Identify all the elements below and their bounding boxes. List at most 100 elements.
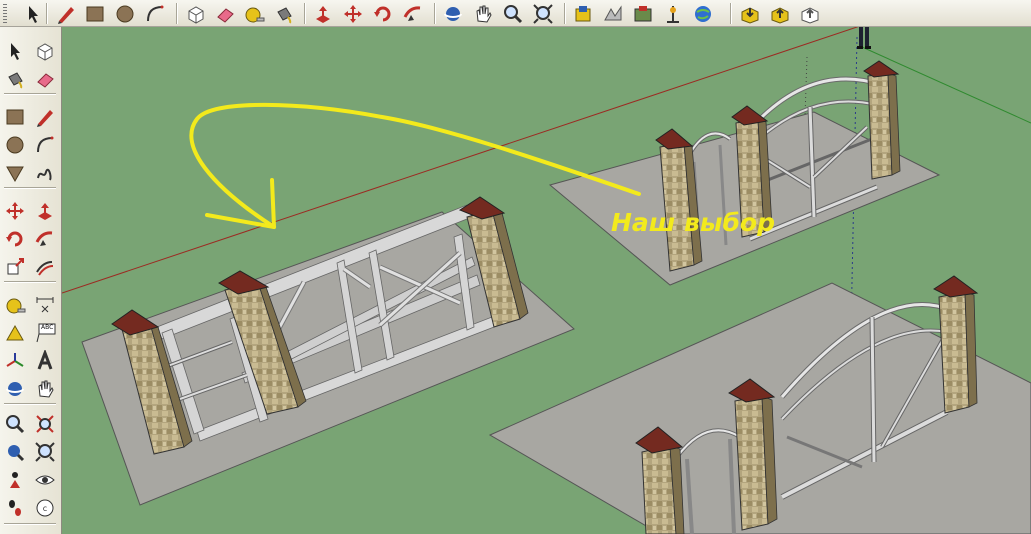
toolbar-separator: [304, 3, 306, 24]
toolbar-rectangle-button[interactable]: [84, 3, 106, 25]
toolbar-toggle-terrain-button[interactable]: [602, 3, 624, 25]
toolbar-tape-measure-button[interactable]: [243, 3, 265, 25]
toolbar-separator: [730, 3, 732, 24]
freehand-icon: [37, 168, 52, 181]
sidebar-dimension-tool[interactable]: [34, 294, 56, 316]
toolbar-pan-button[interactable]: [472, 3, 494, 25]
toolbar-share-component-button[interactable]: [799, 3, 821, 25]
toolbar-get-models-button[interactable]: [739, 3, 761, 25]
push-pull-icon: [38, 203, 52, 220]
toolbar-move-button[interactable]: [342, 3, 364, 25]
arc-icon: [147, 5, 164, 22]
toolbar-add-model-button[interactable]: [662, 3, 684, 25]
sidebar-zoom-tool[interactable]: [4, 413, 26, 435]
chosen-gate-model[interactable]: [548, 60, 941, 286]
toolbar-follow-me-button[interactable]: [402, 3, 424, 25]
move-icon: [6, 202, 24, 220]
add-model-icon: [667, 6, 679, 23]
pan-icon: [476, 5, 492, 23]
zoom-extents-icon: [35, 442, 55, 462]
sidebar-walk-tool[interactable]: [4, 497, 26, 519]
sidebar-rotate-tool[interactable]: [4, 228, 26, 250]
sidebar-orbit-tool[interactable]: [4, 378, 26, 400]
scale-figure[interactable]: [857, 27, 871, 49]
toolbar-make-component-button[interactable]: [185, 3, 207, 25]
sidebar-axes-tool[interactable]: [4, 350, 26, 372]
sidebar-scale-tool[interactable]: [4, 256, 26, 278]
rectangle-icon: [6, 109, 24, 125]
zoom-icon: [6, 415, 25, 434]
sidebar-look-around-tool[interactable]: [34, 469, 56, 491]
sidebar-line-tool[interactable]: [34, 106, 56, 128]
sidebar-rectangle-tool[interactable]: [4, 106, 26, 128]
sidebar-offset-tool[interactable]: [34, 256, 56, 278]
sidebar-move-tool[interactable]: [4, 200, 26, 222]
arc-icon: [37, 136, 54, 153]
toolbar-preview-google-earth-button[interactable]: [692, 3, 714, 25]
sidebar-position-camera-tool[interactable]: [4, 469, 26, 491]
toolbar-select-button[interactable]: [22, 3, 44, 25]
sidebar-polygon-tool[interactable]: [4, 162, 26, 184]
sidebar-pan-tool[interactable]: [34, 378, 56, 400]
sidebar-protractor-tool[interactable]: [4, 322, 26, 344]
sidebar-freehand-tool[interactable]: [34, 162, 56, 184]
toolbar-zoom-extents-button[interactable]: [532, 3, 554, 25]
sidebar-zoom-extents-tool[interactable]: [34, 441, 56, 463]
rectangle-icon: [86, 6, 104, 22]
protractor-icon: [6, 324, 24, 341]
position-camera-icon: [10, 472, 20, 488]
text-tool-label: ABC: [41, 324, 54, 331]
rotate-icon: [374, 6, 391, 22]
scene-canvas[interactable]: [62, 27, 1031, 534]
toolbar-zoom-button[interactable]: [502, 3, 524, 25]
toolbar-share-model-button[interactable]: [769, 3, 791, 25]
toolbar-eraser-button[interactable]: [214, 3, 236, 25]
toolbar-rotate-button[interactable]: [372, 3, 394, 25]
toolbar-add-location-button[interactable]: [572, 3, 594, 25]
toolbar-grip[interactable]: [3, 4, 7, 23]
paint-bucket-icon: [277, 7, 292, 24]
sidebar-section-plane-tool[interactable]: c: [34, 497, 56, 519]
model-viewport[interactable]: Наш выбор: [62, 27, 1031, 534]
bottom-gate-model[interactable]: [488, 275, 1031, 534]
toolbar-push-pull-button[interactable]: [312, 3, 334, 25]
circle-icon: [116, 5, 134, 23]
sidebar-push-pull-tool[interactable]: [34, 200, 56, 222]
sidebar-make-component-tool[interactable]: [34, 40, 56, 62]
sidebar-previous-view-tool[interactable]: [4, 441, 26, 463]
follow-me-icon: [403, 6, 421, 21]
sidebar-circle-tool[interactable]: [4, 134, 26, 156]
make-component-icon: [188, 6, 204, 24]
offset-icon: [36, 261, 54, 276]
sidebar-tape-measure-tool[interactable]: [4, 294, 26, 316]
sidebar-eraser-tool[interactable]: [34, 68, 56, 90]
sidebar-text-tool[interactable]: ABC: [34, 322, 56, 344]
left-gate-model[interactable]: [81, 196, 575, 506]
toolbar-circle-button[interactable]: [114, 3, 136, 25]
tape-measure-icon: [6, 298, 26, 314]
toolbar-photo-textures-button[interactable]: [632, 3, 654, 25]
tools-sidebar: ABC c: [0, 27, 62, 534]
eraser-icon: [37, 73, 54, 88]
toolbar-paint-bucket-button[interactable]: [273, 3, 295, 25]
annotation-arrow: [189, 102, 641, 229]
pan-icon: [38, 380, 54, 398]
toolbar-arc-button[interactable]: [144, 3, 166, 25]
zoom-window-icon: [36, 415, 54, 433]
sidebar-follow-me-tool[interactable]: [34, 228, 56, 250]
toolbar-orbit-button[interactable]: [442, 3, 464, 25]
sidebar-separator: [4, 93, 56, 95]
main-toolbar: [0, 0, 1031, 27]
select-icon: [29, 6, 38, 23]
sidebar-zoom-window-tool[interactable]: [34, 413, 56, 435]
sidebar-select-tool[interactable]: [4, 40, 26, 62]
orbit-icon: [6, 382, 24, 396]
paint-bucket-icon: [8, 72, 23, 89]
sidebar-paint-bucket-tool[interactable]: [4, 68, 26, 90]
sidebar-3d-text-tool[interactable]: [34, 348, 56, 372]
sidebar-arc-tool[interactable]: [34, 134, 56, 156]
toggle-terrain-icon: [604, 5, 622, 21]
toolbar-pencil-button[interactable]: [55, 3, 77, 25]
annotation-caption: Наш выбор: [611, 208, 776, 237]
get-models-icon: [741, 7, 759, 24]
